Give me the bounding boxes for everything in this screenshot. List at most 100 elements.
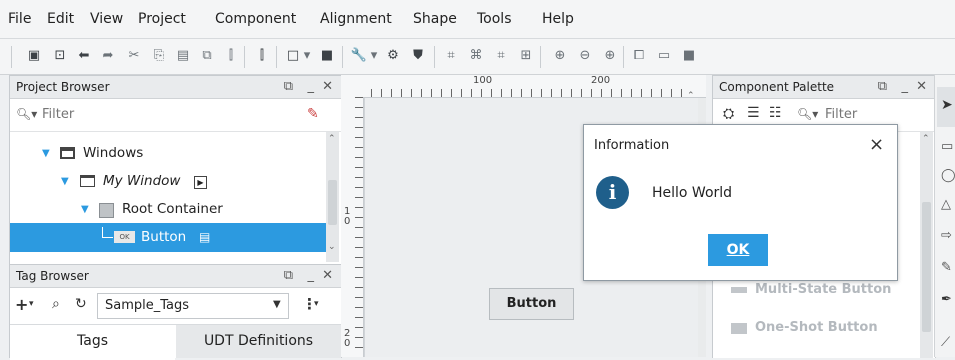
pointer-tool[interactable]: ➤: [937, 87, 955, 127]
save-all-icon[interactable]: ⊡: [51, 47, 69, 65]
scroll-thumb[interactable]: [922, 202, 931, 332]
tag-browser-title: Tag Browser: [16, 269, 89, 283]
menu-project[interactable]: Project: [138, 11, 186, 27]
menu-shape[interactable]: Shape: [413, 11, 457, 27]
canvas-button-component[interactable]: Button: [489, 288, 574, 320]
ellipse-tool-icon[interactable]: ◯: [941, 168, 955, 183]
scroll-thumb[interactable]: [328, 180, 337, 225]
window-icon: [80, 175, 95, 187]
list-view-icon[interactable]: ☰: [747, 105, 760, 121]
arrow-tool-icon[interactable]: ⇨: [941, 228, 952, 243]
minimize-icon[interactable]: _: [308, 76, 315, 98]
menu-component[interactable]: Component: [215, 11, 296, 27]
scrollbar[interactable]: ⌃ ⌄: [326, 132, 339, 262]
expand-icon[interactable]: ▼: [61, 168, 69, 195]
rectangle-icon[interactable]: □: [284, 47, 302, 65]
clear-filter-icon[interactable]: ✎: [307, 106, 319, 122]
pencil-tool-icon[interactable]: ✎: [941, 260, 952, 275]
scroll-down-icon[interactable]: ⌄: [328, 242, 336, 252]
dialog-title: Information: [594, 138, 670, 153]
tree-label: Root Container: [122, 201, 223, 217]
align-top-icon[interactable]: ⊞: [517, 47, 535, 65]
rectangle-tool-icon[interactable]: ▭: [941, 139, 953, 154]
close-icon[interactable]: ✕: [322, 76, 333, 98]
tag-browser-header: Tag Browser ⧉ _ ✕: [10, 265, 341, 288]
menu-edit[interactable]: Edit: [47, 11, 74, 27]
minimize-icon[interactable]: _: [308, 265, 315, 287]
tree-label: Windows: [83, 145, 144, 161]
expand-icon[interactable]: ▼: [81, 196, 89, 223]
restore-icon[interactable]: ⧉: [284, 265, 293, 287]
vertical-ruler: 1 0 2 0: [341, 97, 364, 357]
scrollbar[interactable]: ⌃: [920, 132, 933, 358]
tag-provider-select[interactable]: Sample_Tags ▼: [97, 293, 289, 319]
project-filter-input[interactable]: [40, 104, 294, 124]
tab-udt-definitions[interactable]: UDT Definitions: [176, 325, 341, 358]
restore-icon[interactable]: ⧉: [284, 76, 293, 98]
fill-icon[interactable]: ■: [318, 47, 336, 65]
wrench-icon[interactable]: 🔧: [350, 47, 368, 65]
menu-tools[interactable]: Tools: [477, 11, 512, 27]
bring-front-icon[interactable]: ⫿: [222, 47, 240, 65]
chevron-down-icon[interactable]: ▾: [314, 299, 319, 309]
tree-node-windows[interactable]: ▼ Windows: [10, 140, 327, 167]
menu-alignment[interactable]: Alignment: [320, 11, 392, 27]
tree-node-button[interactable]: OK Button ▤: [10, 223, 327, 252]
menu-view[interactable]: View: [90, 11, 123, 27]
palette-item-multi-state-button[interactable]: Multi-State Button: [755, 282, 891, 297]
polygon-tool-icon[interactable]: △: [941, 197, 951, 212]
redo-icon[interactable]: ➦: [99, 47, 117, 65]
window-icon[interactable]: ▭: [655, 47, 673, 65]
tabbed-view-icon[interactable]: ☷: [769, 105, 782, 121]
refresh-icon[interactable]: ↻: [75, 296, 87, 312]
palette-item-one-shot-button[interactable]: One-Shot Button: [755, 320, 878, 335]
ok-button[interactable]: OK: [708, 234, 768, 266]
palette-view-icon[interactable]: ⛭: [723, 106, 734, 122]
close-icon[interactable]: ✕: [322, 265, 333, 287]
open-window-icon[interactable]: ▶: [194, 176, 207, 189]
add-tag-icon[interactable]: +: [15, 295, 28, 314]
menu-file[interactable]: File: [8, 11, 31, 27]
palette-filter-input[interactable]: [823, 104, 907, 124]
pen-tool-icon[interactable]: ✒: [941, 292, 952, 307]
zoom-out-icon[interactable]: ⊖: [576, 47, 594, 65]
cut-icon[interactable]: ✂: [125, 47, 143, 65]
align-center-icon[interactable]: ⌘: [467, 47, 485, 65]
container-icon: [99, 203, 114, 218]
tree-node-my-window[interactable]: ▼ My Window ▶: [10, 168, 327, 195]
tree-node-root-container[interactable]: ▼ Root Container: [10, 196, 327, 223]
align-left-icon[interactable]: ⌗: [442, 47, 460, 65]
block-icon[interactable]: ■: [680, 47, 698, 65]
chevron-down-icon[interactable]: ▾: [369, 47, 379, 65]
chevron-down-icon[interactable]: ▾: [302, 47, 312, 65]
layout-icon[interactable]: ⧠: [630, 47, 648, 65]
minimize-icon[interactable]: _: [902, 76, 909, 98]
information-dialog: Information × i Hello World OK: [583, 124, 898, 281]
save-icon[interactable]: ▣: [25, 47, 43, 65]
close-icon[interactable]: ✕: [916, 76, 927, 98]
align-right-icon[interactable]: ⌗: [492, 47, 510, 65]
expand-icon[interactable]: ▼: [42, 140, 50, 167]
zoom-icon[interactable]: ⊕: [551, 47, 569, 65]
line-tool-icon[interactable]: ⟋: [941, 335, 950, 350]
tag-toolbar: + ▾ ⌕ ↻ Sample_Tags ▼ ⋮ ▾: [10, 288, 341, 325]
paste-icon[interactable]: ▤: [174, 47, 192, 65]
restore-icon[interactable]: ⧉: [878, 76, 887, 98]
send-back-icon[interactable]: ⫿: [253, 47, 271, 65]
copy-icon[interactable]: ⎘: [150, 47, 168, 65]
tree-connector: [102, 227, 113, 238]
scroll-up-icon[interactable]: ⌃: [328, 134, 336, 144]
ruler-label: 1 0: [344, 206, 351, 227]
close-icon[interactable]: ×: [869, 134, 884, 155]
tab-tags[interactable]: Tags: [10, 325, 175, 360]
zoom-in-icon[interactable]: ⊕: [601, 47, 619, 65]
undo-icon[interactable]: ⬅: [75, 47, 93, 65]
search-icon[interactable]: ⌕: [52, 296, 60, 312]
button-component-icon: OK: [114, 231, 135, 243]
script-icon[interactable]: ⚙: [384, 47, 402, 65]
scroll-up-icon[interactable]: ⌃: [922, 134, 930, 144]
group-icon[interactable]: ⧉: [198, 47, 216, 65]
chevron-down-icon[interactable]: ▾: [29, 299, 34, 309]
shield-icon[interactable]: ⛊: [409, 47, 427, 65]
menu-help[interactable]: Help: [542, 11, 574, 27]
